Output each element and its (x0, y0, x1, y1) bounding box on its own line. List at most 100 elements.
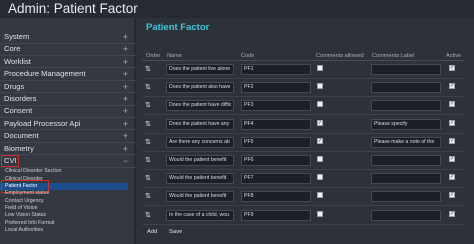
highlight-box-cvi (1, 155, 19, 167)
comments-allowed-checkbox[interactable] (317, 210, 323, 217)
active-checkbox[interactable]: ✓ (449, 156, 455, 162)
sidebar-item-6[interactable]: Consent + (0, 105, 136, 118)
comments-label-field[interactable]: Please specify (371, 118, 441, 130)
save-button[interactable]: Save (166, 227, 185, 238)
expand-icon[interactable]: + (123, 118, 128, 131)
app-title: Admin: Patient Factor (8, 1, 138, 16)
sidebar-subitem-8[interactable]: Local Authorities (5, 227, 43, 234)
sidebar-subitem-3[interactable]: Employment status (5, 190, 49, 197)
expand-icon[interactable]: + (123, 105, 128, 118)
reorder-icon[interactable]: ⇅ (145, 138, 151, 146)
comments-allowed-checkbox[interactable] (317, 192, 323, 199)
comments-allowed-checkbox[interactable]: ✓ (317, 137, 323, 144)
active-checkbox[interactable]: ✓ (449, 83, 455, 90)
name-field[interactable]: Does the patient live alone (166, 64, 234, 75)
sidebar-subitem-5[interactable]: Field of Vision (5, 205, 38, 212)
sidebar-subitem-4[interactable]: Contact Urgency (5, 198, 44, 205)
reorder-icon[interactable]: ⇅ (145, 120, 151, 128)
column-header-comments-allowed: Comments allowed (316, 53, 364, 59)
header-divider (142, 60, 464, 61)
expand-icon[interactable]: + (123, 68, 128, 81)
comments-label-field[interactable] (371, 191, 441, 203)
expand-icon[interactable]: + (123, 43, 128, 56)
code-field[interactable]: PF2 (241, 82, 311, 94)
sidebar-subitem-0[interactable]: Clinical Disorder Section (5, 168, 62, 175)
sidebar-subitem-6[interactable]: Low Vision Status (5, 212, 46, 219)
comments-allowed-checkbox[interactable] (317, 65, 323, 71)
comments-label-field[interactable] (371, 82, 441, 94)
code-field[interactable]: PF5 (241, 136, 311, 148)
comments-label-field[interactable] (371, 173, 441, 185)
add-button[interactable]: Add (144, 227, 160, 238)
sidebar-item-3[interactable]: Procedure Management + (0, 68, 136, 81)
sidebar-item-label: Biometry (4, 143, 34, 153)
name-field[interactable]: Does the patient also have (166, 82, 234, 94)
reorder-icon[interactable]: ⇅ (145, 101, 151, 109)
reorder-icon[interactable]: ⇅ (145, 65, 151, 73)
comments-label-field[interactable] (371, 155, 441, 166)
table-row: ⇅ Does the patient also have PF2 ✓ (142, 80, 464, 98)
sidebar-item-2[interactable]: Worklist + (0, 56, 136, 69)
comments-allowed-checkbox[interactable] (317, 174, 323, 181)
active-checkbox[interactable]: ✓ (449, 210, 455, 217)
name-field[interactable]: Would the patient benefit (166, 155, 234, 166)
comments-allowed-checkbox[interactable] (317, 156, 323, 162)
name-field[interactable]: Does the patient have diffic (166, 100, 234, 112)
code-field[interactable]: PF3 (241, 100, 311, 112)
sidebar-item-5[interactable]: Disorders + (0, 93, 136, 106)
expand-icon[interactable]: + (123, 56, 128, 69)
sidebar-item-9[interactable]: Biometry + (0, 143, 136, 156)
reorder-icon[interactable]: ⇅ (145, 192, 151, 200)
expand-icon[interactable]: + (123, 93, 128, 106)
sidebar-item-7[interactable]: Payload Processor Api + (0, 118, 136, 131)
active-checkbox[interactable]: ✓ (449, 174, 455, 181)
code-field[interactable]: PF6 (241, 155, 311, 166)
name-field[interactable]: Would the patient benefit (166, 191, 234, 203)
sidebar-item-1[interactable]: Core + (0, 43, 136, 56)
sidebar-subitem-7[interactable]: Preferred Info Format (5, 220, 55, 227)
comments-label-field[interactable] (371, 100, 441, 112)
name-field[interactable]: Are there any concerns ab (166, 136, 234, 148)
name-field[interactable]: Does the patient have any (166, 118, 234, 130)
sidebar: System + Core + Worklist + Procedure Managemen… (0, 18, 136, 244)
sidebar-item-8[interactable]: Document + (0, 130, 136, 143)
sidebar-item-10[interactable]: CVI − (0, 155, 136, 168)
expand-icon[interactable]: − (123, 155, 128, 168)
table-row: ⇅ Would the patient benefit PF6 ✓ (142, 153, 464, 170)
sidebar-item-4[interactable]: Drugs + (0, 81, 136, 94)
active-checkbox[interactable]: ✓ (449, 65, 455, 71)
active-checkbox[interactable]: ✓ (449, 192, 455, 199)
expand-icon[interactable]: + (123, 81, 128, 94)
sidebar-item-label: System (4, 32, 30, 41)
sidebar-item-0[interactable]: System + (0, 31, 136, 44)
active-checkbox[interactable]: ✓ (449, 101, 455, 108)
comments-allowed-checkbox[interactable] (317, 83, 323, 90)
comments-label-field[interactable]: Please make a note of the (371, 136, 441, 148)
expand-icon[interactable]: + (123, 130, 128, 143)
code-field[interactable]: PF8 (241, 191, 311, 203)
code-field[interactable]: PF9 (241, 209, 311, 221)
comments-allowed-checkbox[interactable]: ✓ (317, 119, 323, 126)
active-checkbox[interactable]: ✓ (449, 119, 455, 126)
code-field[interactable]: PF4 (241, 118, 311, 130)
column-header-order: Order (146, 53, 161, 59)
comments-label-field[interactable] (371, 209, 441, 221)
sidebar-item-label: Disorders (4, 94, 37, 103)
comments-allowed-checkbox[interactable] (317, 101, 323, 108)
name-field[interactable]: Would the patient benefit (166, 173, 234, 185)
code-field[interactable]: PF7 (241, 173, 311, 185)
table-row: ⇅ Are there any concerns ab PF5 ✓ Please mak… (142, 135, 464, 152)
code-field[interactable]: PF1 (241, 64, 311, 75)
expand-icon[interactable]: + (123, 143, 128, 156)
reorder-icon[interactable]: ⇅ (145, 211, 151, 219)
reorder-icon[interactable]: ⇅ (145, 83, 151, 91)
reorder-icon[interactable]: ⇅ (145, 174, 151, 182)
column-header-name: Name (167, 53, 182, 59)
reorder-icon[interactable]: ⇅ (145, 156, 151, 164)
expand-icon[interactable]: + (123, 31, 128, 44)
sidebar-item-label: Document (4, 131, 39, 141)
comments-label-field[interactable] (371, 64, 441, 75)
column-header-active: Active (446, 53, 462, 59)
name-field[interactable]: In the case of a child, wou (166, 209, 234, 221)
active-checkbox[interactable]: ✓ (449, 137, 455, 144)
